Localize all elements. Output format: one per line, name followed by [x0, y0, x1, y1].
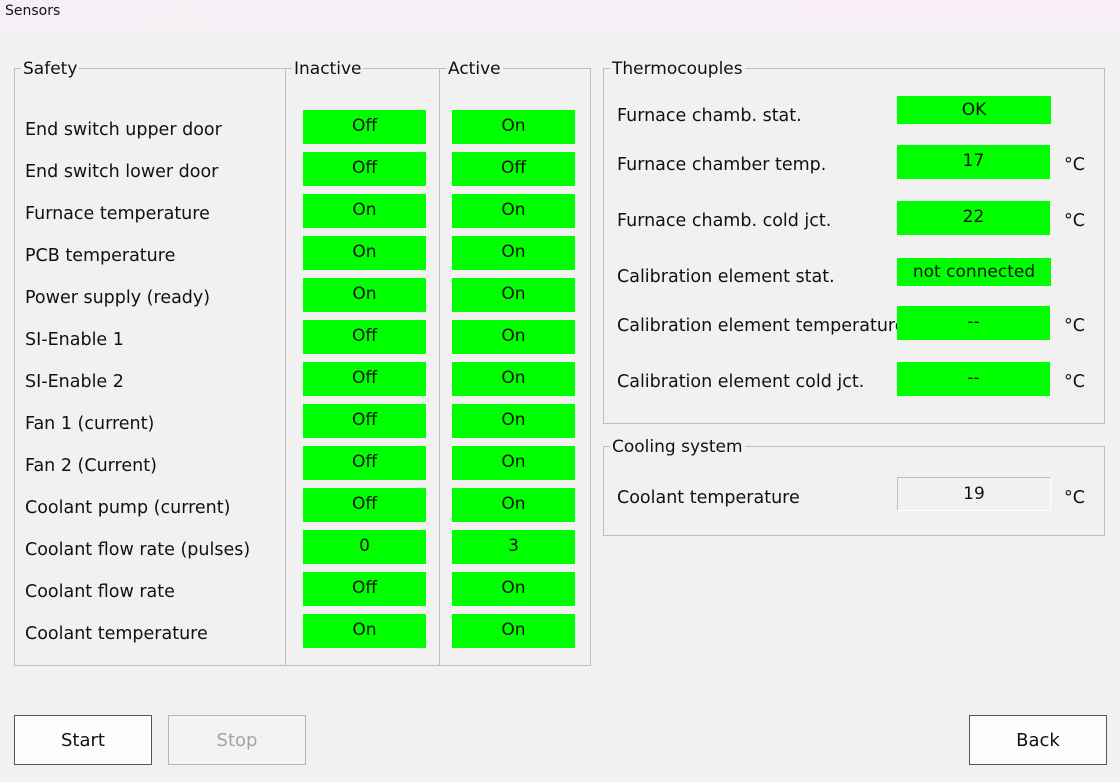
- safety-inactive-value: 0: [303, 530, 426, 564]
- thermocouples-group-title: Thermocouples: [610, 59, 745, 79]
- safety-inactive-value: Off: [303, 362, 426, 396]
- safety-label: PCB temperature: [25, 246, 176, 266]
- safety-inactive-value: Off: [303, 320, 426, 354]
- safety-label: Furnace temperature: [25, 204, 210, 224]
- safety-label: Fan 1 (current): [25, 414, 155, 434]
- thermocouple-value: --: [897, 306, 1050, 340]
- safety-inactive-value: Off: [303, 446, 426, 480]
- window-title: Sensors: [0, 0, 1120, 30]
- thermocouple-unit: °C: [1064, 155, 1085, 175]
- thermocouple-unit: °C: [1064, 316, 1085, 336]
- safety-inactive-value: On: [303, 614, 426, 648]
- safety-inactive-value: On: [303, 236, 426, 270]
- safety-inactive-value: Off: [303, 110, 426, 144]
- safety-label: Fan 2 (Current): [25, 456, 157, 476]
- safety-label: Coolant flow rate (pulses): [25, 540, 251, 560]
- active-group-title: Active: [446, 59, 503, 79]
- thermocouple-label: Furnace chamber temp.: [617, 155, 827, 175]
- thermocouple-label: Calibration element cold jct.: [617, 372, 865, 392]
- safety-active-value: On: [452, 362, 575, 396]
- safety-active-value: On: [452, 236, 575, 270]
- thermocouple-unit: °C: [1064, 211, 1085, 231]
- thermocouple-label: Furnace chamb. stat.: [617, 106, 802, 126]
- thermocouple-label: Calibration element temperature: [617, 316, 906, 336]
- back-button[interactable]: Back: [969, 715, 1107, 765]
- safety-inactive-value: Off: [303, 488, 426, 522]
- safety-active-value: On: [452, 446, 575, 480]
- thermocouple-value: not connected: [897, 258, 1051, 286]
- safety-inactive-value: On: [303, 194, 426, 228]
- safety-label: SI-Enable 2: [25, 372, 124, 392]
- safety-label: Coolant flow rate: [25, 582, 175, 602]
- thermocouple-label: Calibration element stat.: [617, 267, 835, 287]
- safety-active-value: On: [452, 278, 575, 312]
- safety-label: Coolant temperature: [25, 624, 208, 644]
- safety-label: Power supply (ready): [25, 288, 211, 308]
- start-button[interactable]: Start: [14, 715, 152, 765]
- safety-inactive-value: On: [303, 278, 426, 312]
- thermocouple-value: 22: [897, 201, 1050, 235]
- cooling-group-title: Cooling system: [610, 437, 745, 457]
- safety-group: Safety: [14, 60, 286, 666]
- safety-inactive-value: Off: [303, 152, 426, 186]
- safety-inactive-value: Off: [303, 404, 426, 438]
- coolant-temperature-label: Coolant temperature: [617, 488, 800, 508]
- safety-active-value: On: [452, 572, 575, 606]
- stop-button[interactable]: Stop: [168, 715, 306, 765]
- coolant-temperature-value: 19: [897, 477, 1051, 511]
- safety-label: SI-Enable 1: [25, 330, 124, 350]
- safety-group-title: Safety: [21, 59, 80, 79]
- coolant-temperature-unit: °C: [1064, 488, 1085, 508]
- thermocouple-value: 17: [897, 145, 1050, 179]
- safety-active-value: On: [452, 614, 575, 648]
- safety-inactive-value: Off: [303, 572, 426, 606]
- safety-active-value: On: [452, 110, 575, 144]
- safety-label: End switch lower door: [25, 162, 219, 182]
- inactive-group-title: Inactive: [292, 59, 364, 79]
- safety-active-value: On: [452, 320, 575, 354]
- safety-active-value: On: [452, 194, 575, 228]
- safety-active-value: On: [452, 488, 575, 522]
- thermocouple-unit: °C: [1064, 372, 1085, 392]
- thermocouple-value: --: [897, 362, 1050, 396]
- thermocouple-value: OK: [897, 96, 1051, 124]
- safety-active-value: 3: [452, 530, 575, 564]
- safety-active-value: On: [452, 404, 575, 438]
- safety-label: End switch upper door: [25, 120, 222, 140]
- safety-active-value: Off: [452, 152, 575, 186]
- safety-label: Coolant pump (current): [25, 498, 231, 518]
- thermocouple-label: Furnace chamb. cold jct.: [617, 211, 832, 231]
